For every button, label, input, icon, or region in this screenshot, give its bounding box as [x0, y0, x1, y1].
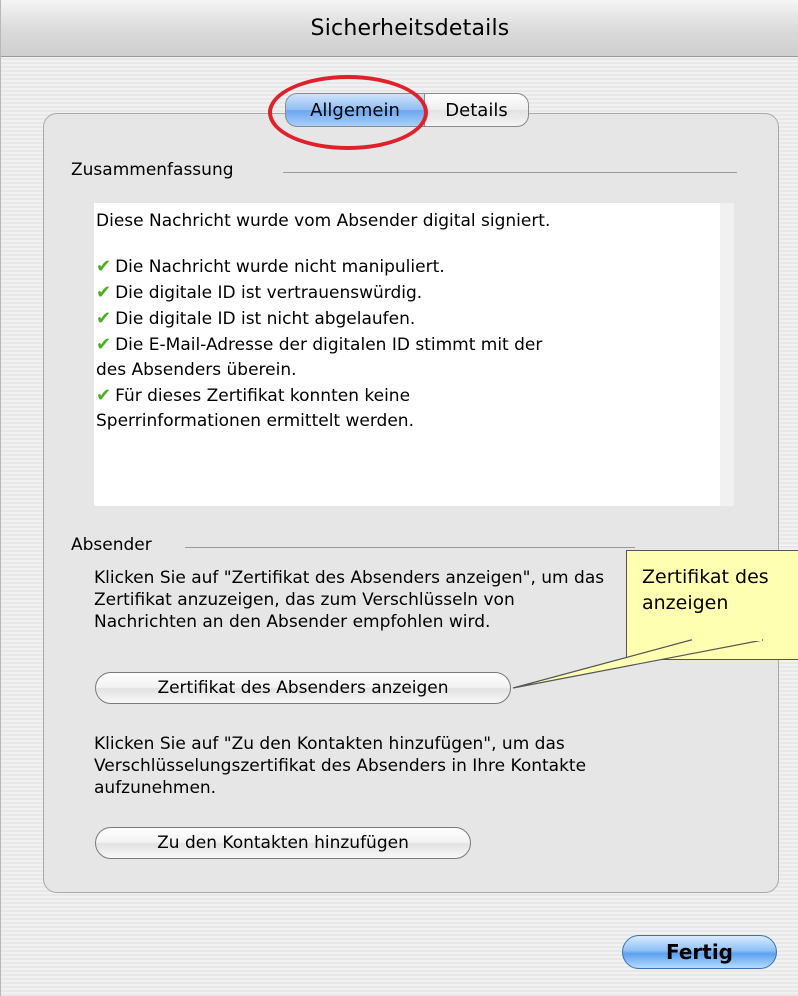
- summary-item: ✔ Die Nachricht wurde nicht manipuliert.: [96, 256, 445, 277]
- summary-item: ✔ Für dieses Zertifikat konnten keine: [96, 385, 411, 406]
- summary-item-continued: Sperrinformationen ermittelt werden.: [96, 411, 414, 431]
- cert-description: Klicken Sie auf "Zertifikat des Absender…: [94, 568, 605, 632]
- sender-heading: Absender: [71, 535, 152, 555]
- checkmark-icon: ✔: [96, 282, 112, 303]
- add-to-contacts-button[interactable]: Zu den Kontakten hinzufügen: [95, 827, 471, 859]
- summary-heading: Zusammenfassung: [71, 160, 234, 180]
- sender-divider: [185, 547, 635, 548]
- security-details-window: Sicherheitsdetails Allgemein Details Zus…: [0, 0, 798, 996]
- contacts-description: Klicken Sie auf "Zu den Kontakten hinzuf…: [94, 734, 587, 798]
- done-button[interactable]: Fertig: [622, 935, 777, 969]
- window-title: Sicherheitsdetails: [310, 15, 510, 41]
- show-certificate-button[interactable]: Zertifikat des Absenders anzeigen: [95, 672, 511, 704]
- summary-item: ✔ Die digitale ID ist vertrauenswürdig.: [96, 282, 423, 303]
- tab-bar: Allgemein Details: [285, 93, 529, 129]
- title-bar[interactable]: Sicherheitsdetails: [1, 0, 798, 57]
- checkmark-icon: ✔: [96, 385, 112, 406]
- checkmark-icon: ✔: [96, 308, 112, 329]
- summary-text-area[interactable]: Diese Nachricht wurde vom Absender digit…: [94, 203, 734, 506]
- summary-item: ✔ Die digitale ID ist nicht abgelaufen.: [96, 308, 416, 329]
- checkmark-icon: ✔: [96, 256, 112, 277]
- callout-annotation: Zertifikat des anzeigen: [626, 550, 798, 660]
- tab-allgemein[interactable]: Allgemein: [285, 93, 425, 127]
- summary-divider: [283, 172, 737, 173]
- summary-intro: Diese Nachricht wurde vom Absender digit…: [96, 211, 551, 231]
- summary-item: ✔ Die E-Mail-Adresse der digitalen ID sti…: [96, 334, 543, 355]
- summary-item-continued: des Absenders überein.: [96, 360, 297, 380]
- checkmark-icon: ✔: [96, 334, 112, 355]
- tab-details[interactable]: Details: [425, 93, 529, 127]
